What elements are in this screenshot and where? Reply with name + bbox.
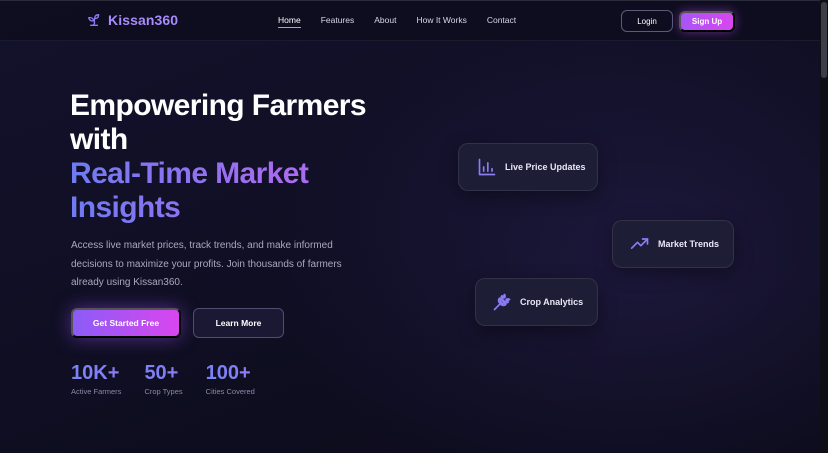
feature-card-label: Live Price Updates [505, 162, 586, 172]
feature-card-live-prices: Live Price Updates [458, 143, 598, 191]
stat-cities-covered: 100+ Cities Covered [206, 362, 255, 396]
nav-link-home[interactable]: Home [278, 15, 301, 28]
headline-highlight-1: Real-Time Market [70, 157, 410, 191]
brand-logo[interactable]: Kissan360 [86, 12, 178, 28]
headline-highlight-2: Insights [70, 191, 410, 225]
feature-card-label: Market Trends [658, 239, 720, 249]
nav-link-contact[interactable]: Contact [487, 15, 516, 25]
wheat-icon [493, 293, 511, 311]
stat-label: Cities Covered [205, 387, 255, 396]
learn-more-button[interactable]: Learn More [193, 308, 284, 338]
headline-line-1: Empowering Farmers [70, 89, 367, 122]
nav-links: Home Features About How It Works Contact [278, 15, 536, 28]
nav-link-how-it-works[interactable]: How It Works [416, 15, 466, 25]
feature-card-crop-analytics: Crop Analytics [475, 278, 598, 326]
sprout-icon [88, 14, 100, 26]
top-navbar: Kissan360 Home Features About How It Wor… [0, 1, 820, 41]
stat-value: 10K+ [71, 362, 121, 384]
stat-label: Active Farmers [71, 387, 122, 396]
stats-row: 10K+ Active Farmers 50+ Crop Types 100+ … [71, 362, 278, 396]
headline-line-2: with [70, 123, 128, 156]
bar-chart-icon [478, 158, 496, 176]
login-button[interactable]: Login [621, 10, 673, 32]
stat-active-farmers: 10K+ Active Farmers [71, 362, 121, 396]
hero-subtext: Access live market prices, track trends,… [71, 240, 342, 288]
stat-value: 50+ [144, 362, 182, 384]
nav-link-about[interactable]: About [374, 15, 396, 25]
signup-button[interactable]: Sign Up [679, 11, 735, 32]
stat-value: 100+ [206, 362, 255, 384]
hero-headline: Empowering Farmers with Real-Time Market… [70, 89, 410, 225]
feature-card-market-trends: Market Trends [612, 220, 734, 268]
vertical-scrollbar[interactable] [820, 0, 828, 453]
feature-card-label: Crop Analytics [520, 297, 584, 307]
get-started-button[interactable]: Get Started Free [71, 308, 181, 338]
trending-up-icon [630, 238, 649, 249]
nav-link-features[interactable]: Features [321, 15, 355, 25]
stat-crop-types: 50+ Crop Types [144, 362, 182, 396]
stat-label: Crop Types [144, 387, 183, 396]
scrollbar-thumb[interactable] [821, 2, 827, 78]
brand-name: Kissan360 [108, 12, 179, 28]
